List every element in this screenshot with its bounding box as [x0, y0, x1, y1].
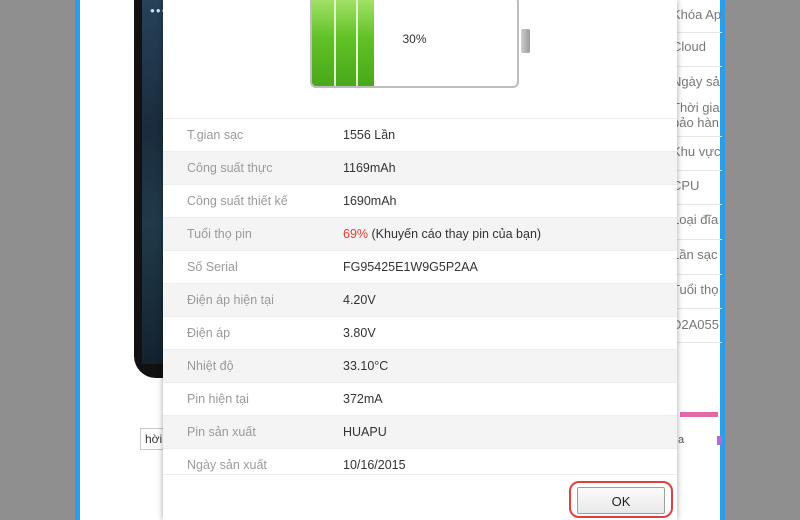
divider	[672, 204, 722, 205]
info-value: 1556 Lần	[343, 128, 396, 142]
info-label: Công suất thiết kế	[187, 194, 288, 208]
info-value: HUAPU	[343, 425, 387, 439]
divider	[672, 274, 722, 275]
info-value: 372mA	[343, 392, 383, 406]
divider	[672, 308, 722, 309]
battery-icon: 30%	[310, 0, 519, 88]
info-row: Số Serial FG95425E1W9G5P2AA	[163, 250, 677, 283]
bg-list-item: Khu vực	[672, 144, 721, 159]
bg-list-item: D2A055	[672, 317, 719, 332]
info-row: Ngày sản xuất 10/16/2015	[163, 448, 677, 481]
info-row: Nhiệt độ 33.10°C	[163, 349, 677, 382]
divider	[672, 170, 722, 171]
battery-terminal-icon	[521, 29, 530, 53]
divider	[672, 342, 722, 343]
info-value: 33.10°C	[343, 359, 389, 373]
battery-percent: 30%	[402, 32, 427, 46]
battery-health-advice: (Khuyến cáo thay pin của bạn)	[368, 227, 542, 241]
usage-bar	[680, 412, 718, 417]
info-row: Công suất thiết kế 1690mAh	[163, 184, 677, 217]
battery-info-dialog: 30% T.gian sạc 1556 Lần Công suất thực 1…	[163, 0, 677, 520]
info-label: Điện áp hiện tại	[187, 293, 274, 307]
info-label: Tuổi thọ pin	[187, 227, 252, 241]
bg-list-item: Loại đĩa	[672, 212, 719, 227]
info-value: 10/16/2015	[343, 458, 406, 472]
info-value: 3.80V	[343, 326, 376, 340]
info-row: Điện áp 3.80V	[163, 316, 677, 349]
bg-list-item: Lần sạc	[672, 247, 718, 262]
battery-info-table: T.gian sạc 1556 Lần Công suất thực 1169m…	[163, 118, 677, 481]
info-label: Pin hiện tại	[187, 392, 249, 406]
background-info-list: Khóa Ap Cloud Ngày sả Thời gia bảo hàn K…	[672, 0, 722, 360]
info-value: 1690mAh	[343, 194, 397, 208]
info-label: Công suất thực	[187, 161, 273, 175]
info-row: Công suất thực 1169mAh	[163, 151, 677, 184]
info-value: 69% (Khuyến cáo thay pin của bạn)	[343, 218, 541, 250]
info-label: T.gian sạc	[187, 128, 244, 142]
info-value: FG95425E1W9G5P2AA	[343, 260, 478, 274]
bg-list-item: Cloud	[672, 39, 706, 54]
info-row: Pin hiện tại 372mA	[163, 382, 677, 415]
battery-health-percent: 69%	[343, 227, 369, 241]
bg-list-item: CPU	[672, 178, 700, 193]
info-label: Pin sản xuất	[187, 425, 256, 439]
info-row: Điện áp hiện tại 4.20V	[163, 283, 677, 316]
ok-button[interactable]: OK	[577, 487, 665, 514]
bg-small-label: a	[678, 434, 685, 446]
info-value: 1169mAh	[343, 161, 396, 175]
divider	[672, 66, 722, 67]
divider	[672, 239, 722, 240]
bg-list-item: Thời gia bảo hàn	[672, 100, 720, 130]
usage-marker	[717, 436, 722, 445]
bg-list-item: Ngày sả	[672, 74, 720, 89]
divider	[672, 32, 722, 33]
bg-list-item: Tuổi thọ	[672, 282, 719, 297]
info-row: Pin sản xuất HUAPU	[163, 415, 677, 448]
info-label: Nhiệt độ	[187, 359, 234, 373]
info-row: Tuổi thọ pin 69% (Khuyến cáo thay pin củ…	[163, 217, 677, 250]
divider	[672, 136, 722, 137]
info-label: Ngày sản xuất	[187, 458, 267, 472]
info-label: Điện áp	[187, 326, 231, 340]
info-label: Số Serial	[187, 260, 238, 274]
bg-list-item: Khóa Ap	[672, 7, 722, 22]
info-row: T.gian sạc 1556 Lần	[163, 118, 677, 151]
info-value: 4.20V	[343, 293, 376, 307]
footer-divider	[163, 474, 677, 475]
